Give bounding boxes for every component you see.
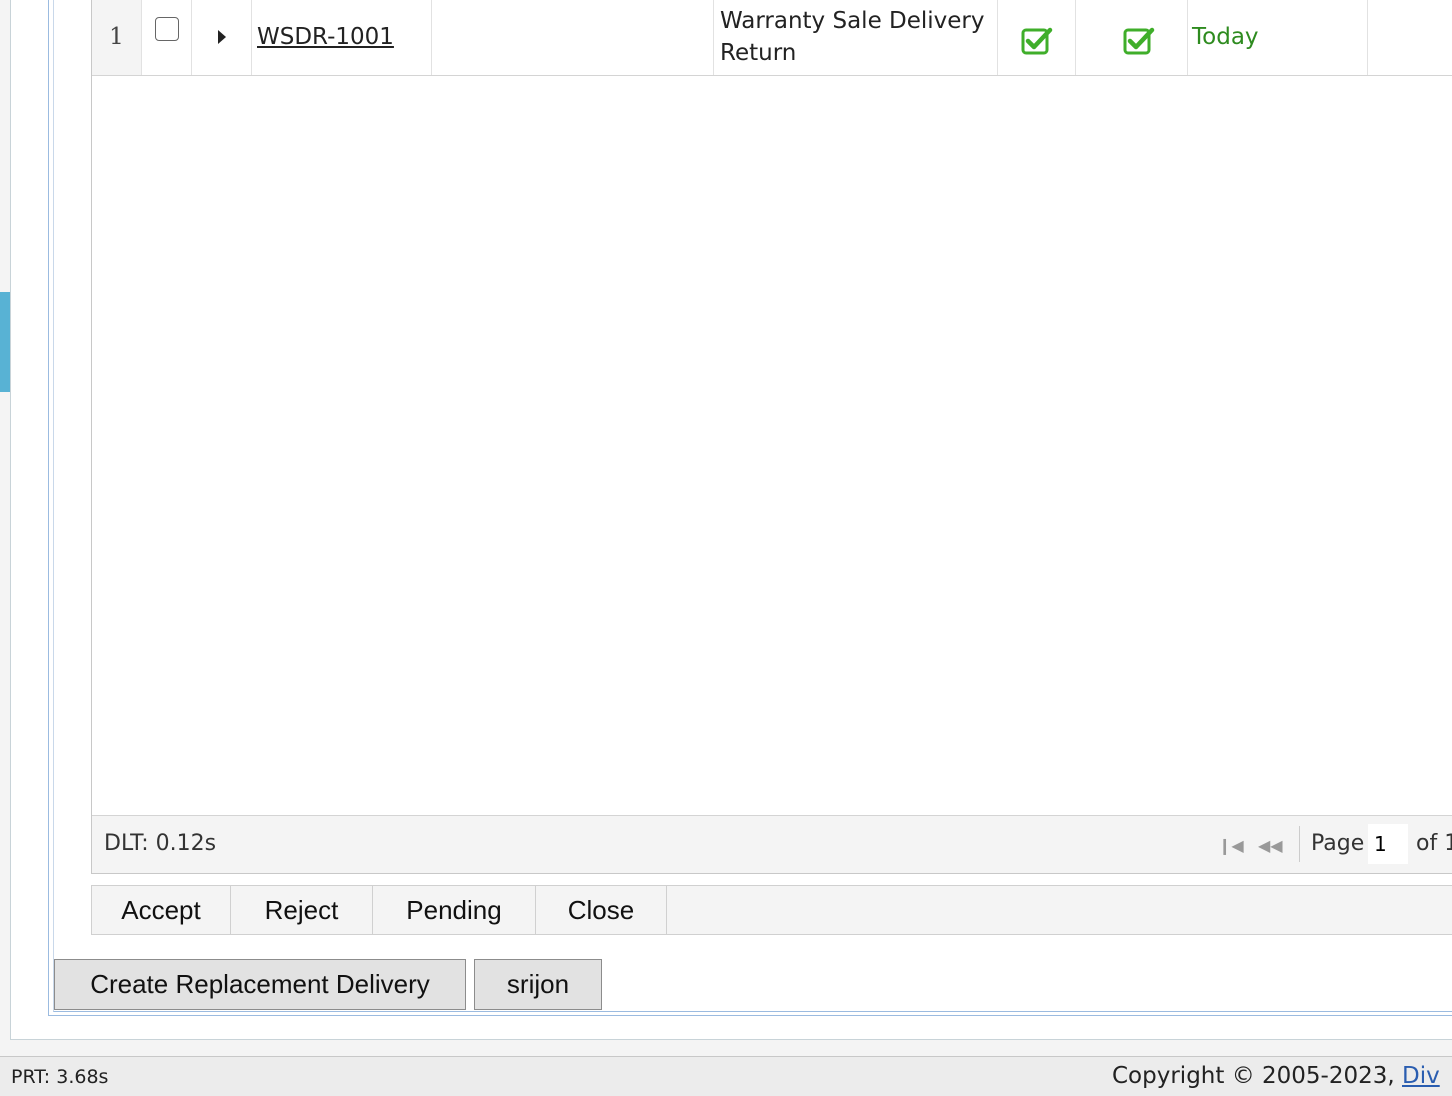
user-button[interactable]: srijon [474, 959, 602, 1010]
prev-page-icon[interactable]: ◀◀ [1258, 836, 1283, 855]
page-footer: PRT: 3.68s Copyright © 2005-2023, Div [0, 1056, 1452, 1096]
row-number: 1 [92, 0, 142, 75]
check-square-icon [1021, 27, 1052, 55]
page-label: Page [1311, 831, 1365, 856]
row-id-cell: WSDR-1001 [252, 0, 432, 75]
row-trailing-cell [1368, 0, 1452, 75]
row-expand-cell[interactable] [192, 0, 252, 75]
page-number-input[interactable] [1368, 824, 1408, 864]
create-replacement-delivery-button[interactable]: Create Replacement Delivery [54, 959, 466, 1010]
first-page-icon[interactable]: ❙◀ [1218, 836, 1244, 855]
pager-divider [1299, 826, 1300, 862]
row-date: Today [1188, 0, 1368, 75]
copyright-notice: Copyright © 2005-2023, Div [1112, 1063, 1440, 1089]
row-description: Warranty Sale Delivery Return [714, 0, 998, 75]
row-select-checkbox[interactable] [154, 17, 179, 41]
grid-pager: DLT: 0.12s ❙◀ ◀◀ Page of 1 [92, 815, 1452, 873]
action-toolbar: Accept Reject Pending Close [91, 885, 1452, 935]
copyright-text: Copyright © 2005-2023, [1112, 1063, 1395, 1089]
reject-button[interactable]: Reject [231, 886, 373, 934]
copyright-link[interactable]: Div [1402, 1063, 1440, 1089]
row-empty-cell [432, 0, 714, 75]
caret-right-icon[interactable] [217, 30, 226, 44]
row-flag-2-cell [1076, 0, 1188, 75]
row-select-cell [142, 0, 192, 75]
pending-button[interactable]: Pending [373, 886, 536, 934]
check-square-icon [1123, 27, 1154, 55]
row-flag-1-cell [998, 0, 1076, 75]
data-load-time: DLT: 0.12s [104, 831, 217, 856]
data-grid: 1 WSDR-1001 Warranty Sale Delivery Retur… [91, 0, 1452, 874]
table-row[interactable]: 1 WSDR-1001 Warranty Sale Delivery Retur… [92, 0, 1452, 76]
page-render-time: PRT: 3.68s [11, 1066, 109, 1088]
page-count-label: of 1 [1416, 831, 1452, 856]
row-id-link[interactable]: WSDR-1001 [257, 24, 394, 50]
accept-button[interactable]: Accept [92, 886, 231, 934]
close-button[interactable]: Close [536, 886, 667, 934]
side-collapse-tab[interactable] [0, 292, 10, 392]
